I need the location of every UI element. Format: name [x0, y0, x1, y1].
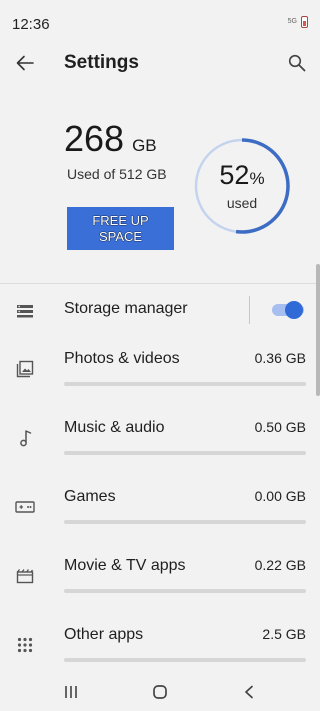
- toggle-knob: [285, 301, 303, 319]
- category-size: 0.36 GB: [254, 350, 306, 366]
- category-usage-bar: [64, 382, 306, 386]
- storage-manager-toggle[interactable]: [272, 301, 304, 319]
- recents-icon: [65, 686, 77, 698]
- storage-manager-label: Storage manager: [64, 300, 188, 317]
- app-bar: Settings: [0, 44, 320, 84]
- category-size: 0.50 GB: [254, 419, 306, 435]
- search-icon: [288, 54, 306, 72]
- storage-list-icon: [14, 300, 36, 322]
- clapperboard-icon: [14, 565, 36, 587]
- battery-icon: [301, 16, 308, 28]
- usage-caption: used: [226, 195, 258, 211]
- category-row-games[interactable]: Games 0.00 GB: [0, 476, 320, 532]
- status-time: 12:36: [12, 16, 50, 33]
- arrow-left-icon: [16, 55, 34, 71]
- divider: [0, 283, 320, 284]
- used-unit: GB: [132, 136, 157, 155]
- chevron-left-icon: [245, 685, 253, 699]
- photo-icon: [14, 358, 36, 380]
- usage-percent-value: 52: [219, 160, 250, 190]
- category-usage-bar: [64, 451, 306, 455]
- network-5g-icon: 5G: [287, 18, 297, 25]
- category-row-photos[interactable]: Photos & videos 0.36 GB: [0, 338, 320, 394]
- used-amount: 268: [64, 118, 125, 159]
- category-row-other-apps[interactable]: Other apps 2.5 GB: [0, 614, 320, 670]
- category-label: Games: [64, 488, 116, 505]
- category-label: Music & audio: [64, 419, 165, 436]
- category-label: Movie & TV apps: [64, 557, 186, 574]
- vertical-divider: [249, 296, 250, 324]
- category-size: 0.22 GB: [254, 557, 306, 573]
- recents-button[interactable]: [56, 680, 86, 704]
- usage-percent: 52%: [192, 160, 292, 191]
- apps-grid-icon: [14, 634, 36, 656]
- category-usage-bar: [64, 520, 306, 524]
- status-icons: 5G: [288, 16, 308, 28]
- scrollbar[interactable]: [316, 264, 320, 396]
- category-row-movies[interactable]: Movie & TV apps 0.22 GB: [0, 545, 320, 601]
- free-up-space-button[interactable]: FREE UP SPACE: [67, 207, 174, 250]
- category-usage-bar: [64, 658, 306, 662]
- category-usage-bar: [64, 589, 306, 593]
- total-storage-text: Used of 512 GB: [67, 166, 167, 182]
- category-size: 2.5 GB: [262, 626, 306, 642]
- back-button[interactable]: [12, 50, 38, 76]
- status-bar: 12:36 5G: [0, 0, 320, 48]
- gamepad-icon: [14, 496, 36, 518]
- page-title: Settings: [64, 52, 139, 73]
- used-storage: 268 GB: [64, 118, 157, 160]
- home-button[interactable]: [145, 680, 175, 704]
- usage-percent-sign: %: [249, 169, 265, 188]
- home-icon: [153, 685, 167, 699]
- back-nav-button[interactable]: [234, 680, 264, 704]
- system-nav-bar: [0, 672, 320, 711]
- music-note-icon: [14, 427, 36, 449]
- category-size: 0.00 GB: [254, 488, 306, 504]
- category-row-music[interactable]: Music & audio 0.50 GB: [0, 407, 320, 463]
- category-label: Photos & videos: [64, 350, 180, 367]
- category-label: Other apps: [64, 626, 144, 643]
- search-button[interactable]: [284, 50, 310, 76]
